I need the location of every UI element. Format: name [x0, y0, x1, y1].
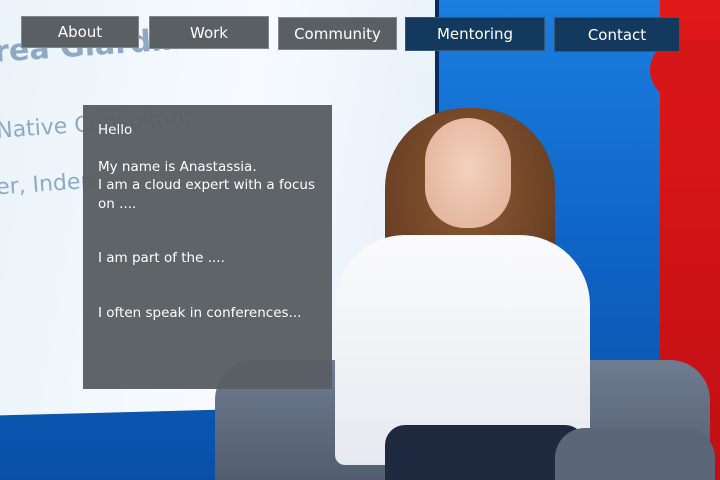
speaker-face: [425, 118, 511, 228]
intro-membership-line: I am part of the ....: [98, 250, 225, 266]
intro-greeting: Hello: [98, 122, 133, 138]
intro-speaking-line: I often speak in conferences...: [98, 304, 302, 321]
nav-work-button[interactable]: Work: [149, 16, 269, 49]
intro-expertise-line: I am a cloud expert with a focus on ....: [98, 177, 315, 212]
armchair-arm: [555, 428, 715, 480]
intro-name-line: My name is Anastassia.: [98, 158, 257, 175]
nav-mentoring-button[interactable]: Mentoring: [405, 17, 545, 51]
intro-card: Hello My name is Anastassia. I am a clou…: [83, 105, 332, 389]
nav-contact-button[interactable]: Contact: [554, 17, 680, 52]
nav-about-button[interactable]: About: [21, 16, 139, 48]
nav-community-button[interactable]: Community: [278, 17, 397, 50]
